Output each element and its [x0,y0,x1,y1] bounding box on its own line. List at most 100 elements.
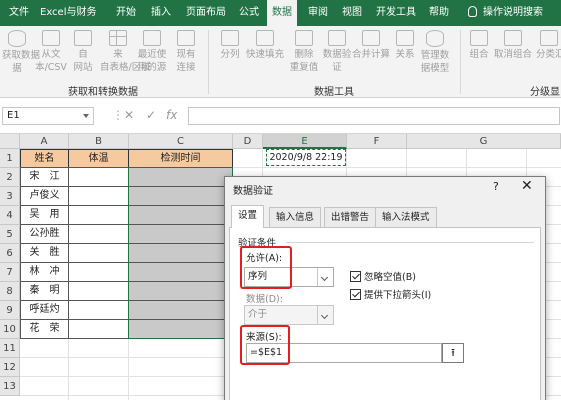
tab-error-alert[interactable]: 出错警告 [324,207,377,227]
row-header[interactable]: 5 [0,225,20,244]
temperature-cell[interactable] [68,224,129,244]
from-web-button[interactable]: 自网站 [72,30,94,74]
temperature-cell[interactable] [68,243,129,263]
help-icon[interactable]: ? [493,180,499,193]
tab-view[interactable]: 视图 [342,0,362,26]
group-label-outline: 分级显 [530,87,560,98]
name-box[interactable]: E1 [2,107,94,125]
existing-connections-button[interactable]: 现有 连接 [174,30,198,74]
row-header[interactable]: 10 [0,320,20,339]
name-cell[interactable]: 呼廷灼 [20,300,69,320]
column-header-g[interactable]: G [407,134,561,149]
data-validation-button[interactable]: 数据验证 [320,30,354,74]
tab-insert[interactable]: 插入 [151,0,171,26]
table-icon [109,30,127,46]
relationships-icon [396,30,414,46]
header-cell-check-time[interactable]: 检测时间 [128,149,233,168]
tab-help[interactable]: 帮助 [429,0,449,26]
name-cell[interactable]: 宋 江 [20,167,69,187]
name-cell[interactable]: 关 胜 [20,243,69,263]
tab-review[interactable]: 审阅 [308,0,328,26]
column-header-c[interactable]: C [129,134,233,149]
collapse-dialog-button[interactable]: ⭱ [442,343,464,363]
temperature-cell[interactable] [68,300,129,320]
row-header[interactable]: 12 [0,358,20,377]
temperature-cell[interactable] [68,319,129,339]
from-table-range-button[interactable]: 来自表格/区域 [100,30,151,74]
lightbulb-icon [468,6,477,17]
row-header[interactable]: 7 [0,263,20,282]
tell-me-search[interactable]: 操作说明搜索 [468,0,543,26]
ribbon-data: 获取数据据 从文 本/CSV 自网站 来自表格/区域 最近使 用的源 现有 连接 分列… [0,26,561,98]
group-separator [460,30,461,94]
group-button[interactable]: 组合 [468,30,490,61]
name-cell[interactable]: 吴 用 [20,205,69,225]
get-data-button[interactable]: 获取数据据 [2,30,40,75]
row-header[interactable]: 1 [0,149,20,168]
name-cell[interactable]: 林 冲 [20,262,69,282]
name-cell[interactable]: 卢俊义 [20,186,69,206]
formula-input[interactable] [188,107,560,125]
temperature-cell[interactable] [68,205,129,225]
close-icon[interactable]: ✕ [521,178,533,194]
subtotal-button[interactable]: 分类汇 [536,30,561,61]
text-to-columns-button[interactable]: 分列 [218,30,242,61]
from-text-csv-button[interactable]: 从文 本/CSV [34,30,68,74]
data-validation-dialog: 数据验证 ? ✕ 设置 输入信息 出错警告 输入法模式 验证条件 允许(A): … [224,176,546,400]
column-header-f[interactable]: F [347,134,407,149]
insert-function-icon[interactable]: fx [166,108,177,122]
tab-ime-mode[interactable]: 输入法模式 [375,207,437,227]
manage-data-model-button[interactable]: 管理数 据模型 [418,30,452,75]
header-cell-temperature[interactable]: 体温 [68,149,129,168]
row-header[interactable]: 6 [0,244,20,263]
remove-duplicates-button[interactable]: 删除 重复值 [288,30,320,74]
relationships-button[interactable]: 关系 [394,30,416,61]
column-header-e[interactable]: E [263,134,347,149]
data-select: 介于 [244,305,334,325]
tab-home[interactable]: 开始 [116,0,136,26]
tab-data[interactable]: 数据 [267,0,297,26]
database-icon [8,30,26,47]
tab-excel-finance[interactable]: Excel与财务 [40,0,97,26]
column-header-a[interactable]: A [20,134,69,149]
tab-settings[interactable]: 设置 [231,205,265,228]
row-header[interactable]: 9 [0,301,20,320]
temperature-cell[interactable] [68,186,129,206]
data-label: 数据(D): [246,294,283,305]
data-validation-icon [328,30,346,46]
temperature-cell[interactable] [68,167,129,187]
row-header[interactable]: 3 [0,187,20,206]
ribbon-tab-bar: 文件 Excel与财务 开始 插入 页面布局 公式 数据 审阅 视图 开发工具 … [0,0,561,26]
chevron-down-icon[interactable] [83,114,89,118]
ungroup-button[interactable]: 取消组合 [494,30,532,61]
ignore-blank-checkbox[interactable]: 忽略空值(B) [350,269,416,283]
tab-formulas[interactable]: 公式 [239,0,259,26]
column-header-d[interactable]: D [233,134,263,149]
temperature-cell[interactable] [68,262,129,282]
name-cell[interactable]: 花 荣 [20,319,69,339]
tab-page-layout[interactable]: 页面布局 [186,0,226,26]
tab-file[interactable]: 文件 [9,0,29,26]
name-cell[interactable]: 秦 明 [20,281,69,301]
recent-sources-button[interactable]: 最近使 用的源 [136,30,168,74]
consolidate-button[interactable]: 合并计算 [352,30,390,61]
row-header[interactable]: 11 [0,339,20,358]
tab-input-message[interactable]: 输入信息 [269,207,322,227]
enter-icon[interactable]: ✓ [146,108,156,122]
flash-fill-button[interactable]: 快速填充 [246,30,284,61]
row-header[interactable]: 4 [0,206,20,225]
header-cell-name[interactable]: 姓名 [20,149,69,168]
row-header[interactable]: 8 [0,282,20,301]
row-header[interactable]: 2 [0,168,20,187]
column-header-b[interactable]: B [69,134,129,149]
tab-developer[interactable]: 开发工具 [376,0,416,26]
formula-bar: E1 ⋮ ✕ ✓ fx [0,98,561,134]
select-all-corner[interactable] [0,134,20,149]
temperature-cell[interactable] [68,281,129,301]
row-header[interactable]: 13 [0,377,20,396]
cancel-icon[interactable]: ✕ [124,108,134,122]
in-cell-dropdown-checkbox[interactable]: 提供下拉箭头(I) [350,287,431,301]
consolidate-icon [362,30,380,46]
cell-e1[interactable]: 2020/9/8 22:19 [266,149,346,166]
name-cell[interactable]: 公孙胜 [20,224,69,244]
